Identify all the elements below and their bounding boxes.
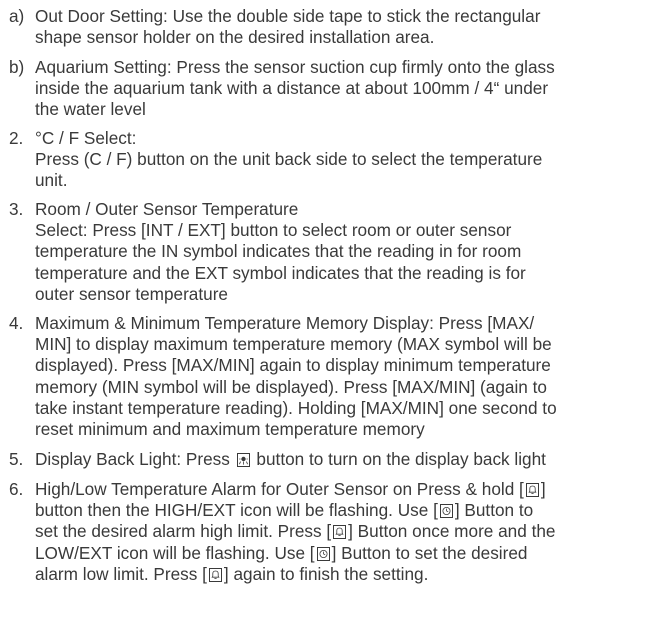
text-line: the water level <box>35 99 146 120</box>
text-run: set the desired alarm high limit. Press … <box>35 521 332 542</box>
text-line: inside the aquarium tank with a distance… <box>35 78 549 99</box>
item-text: °C / F Select: Press (C / F) button on t… <box>35 128 645 192</box>
item-marker: 3. <box>9 199 24 219</box>
text-run: ] again to finish the setting. <box>223 563 429 584</box>
text-run: button then the HIGH/EXT icon will be fl… <box>35 500 438 521</box>
item-marker: 5. <box>9 449 24 469</box>
text-line: shape sensor holder on the desired insta… <box>35 27 435 48</box>
alarm-bell-icon <box>208 567 222 582</box>
text-run: ] Button to set the desired <box>331 542 528 563</box>
text-line: outer sensor temperature <box>35 283 228 304</box>
text-line: LOW/EXT icon will be flashing. Use [ ] Bu… <box>35 543 645 564</box>
item-text: Maximum & Minimum Temperature Memory Dis… <box>35 313 645 440</box>
item-text: Aquarium Setting: Press the sensor sucti… <box>35 57 645 121</box>
text-line: Aquarium Setting: Press the sensor sucti… <box>35 57 555 77</box>
text-line: MIN] to display maximum temperature memo… <box>35 334 552 355</box>
backlight-icon <box>236 453 250 467</box>
text-run: ] <box>540 479 546 499</box>
text-line: Display Back Light: Press button to turn… <box>35 449 645 470</box>
text-line: temperature the IN symbol indicates that… <box>35 241 522 262</box>
text-line: alarm low limit. Press [ ] again to finis… <box>35 564 645 585</box>
text-run: Display Back Light: Press <box>35 449 235 469</box>
item-marker: 4. <box>9 313 24 333</box>
text-run: ] Button to <box>454 500 534 521</box>
text-line: Select: Press [INT / EXT] button to sele… <box>35 220 512 241</box>
text-line: displayed). Press [MAX/MIN] again to dis… <box>35 355 551 376</box>
item-marker: 2. <box>9 128 24 148</box>
text-line: °C / F Select: <box>35 128 137 148</box>
text-run: LOW/EXT icon will be flashing. Use [ <box>35 542 315 563</box>
text-line: Press (C / F) button on the unit back si… <box>35 149 543 170</box>
alarm-bell-icon <box>525 483 539 497</box>
text-line: take instant temperature reading). Holdi… <box>35 397 557 418</box>
text-line: High/Low Temperature Alarm for Outer Sen… <box>35 479 645 500</box>
text-line: set the desired alarm high limit. Press … <box>35 521 645 542</box>
item-text: Out Door Setting: Use the double side ta… <box>35 6 645 48</box>
text-run: button to turn on the display back light <box>251 449 546 469</box>
alarm-bell-icon <box>333 525 347 540</box>
clock-icon <box>439 504 453 519</box>
clock-icon <box>316 546 330 561</box>
item-text: High/Low Temperature Alarm for Outer Sen… <box>35 479 645 585</box>
text-run: ] Button once more and the <box>348 521 556 542</box>
item-marker: b) <box>9 57 25 77</box>
item-text: Room / Outer Sensor Temperature Select: … <box>35 199 645 305</box>
text-line: reset minimum and maximum temperature me… <box>35 419 425 440</box>
text-line: memory (MIN symbol will be displayed). P… <box>35 376 547 397</box>
text-run: High/Low Temperature Alarm for Outer Sen… <box>35 479 524 499</box>
item-marker: a) <box>9 6 25 26</box>
item-marker: 6. <box>9 479 24 499</box>
text-line: unit. <box>35 170 68 191</box>
instructions-document: a) Out Door Setting: Use the double side… <box>0 0 651 618</box>
text-line: Maximum & Minimum Temperature Memory Dis… <box>35 313 535 333</box>
text-line: Room / Outer Sensor Temperature <box>35 199 299 219</box>
item-text: Display Back Light: Press button to turn… <box>35 449 645 470</box>
text-run: alarm low limit. Press [ <box>35 563 207 584</box>
text-line: Out Door Setting: Use the double side ta… <box>35 6 541 26</box>
text-line: button then the HIGH/EXT icon will be fl… <box>35 500 645 521</box>
text-line: temperature and the EXT symbol indicates… <box>35 262 526 283</box>
